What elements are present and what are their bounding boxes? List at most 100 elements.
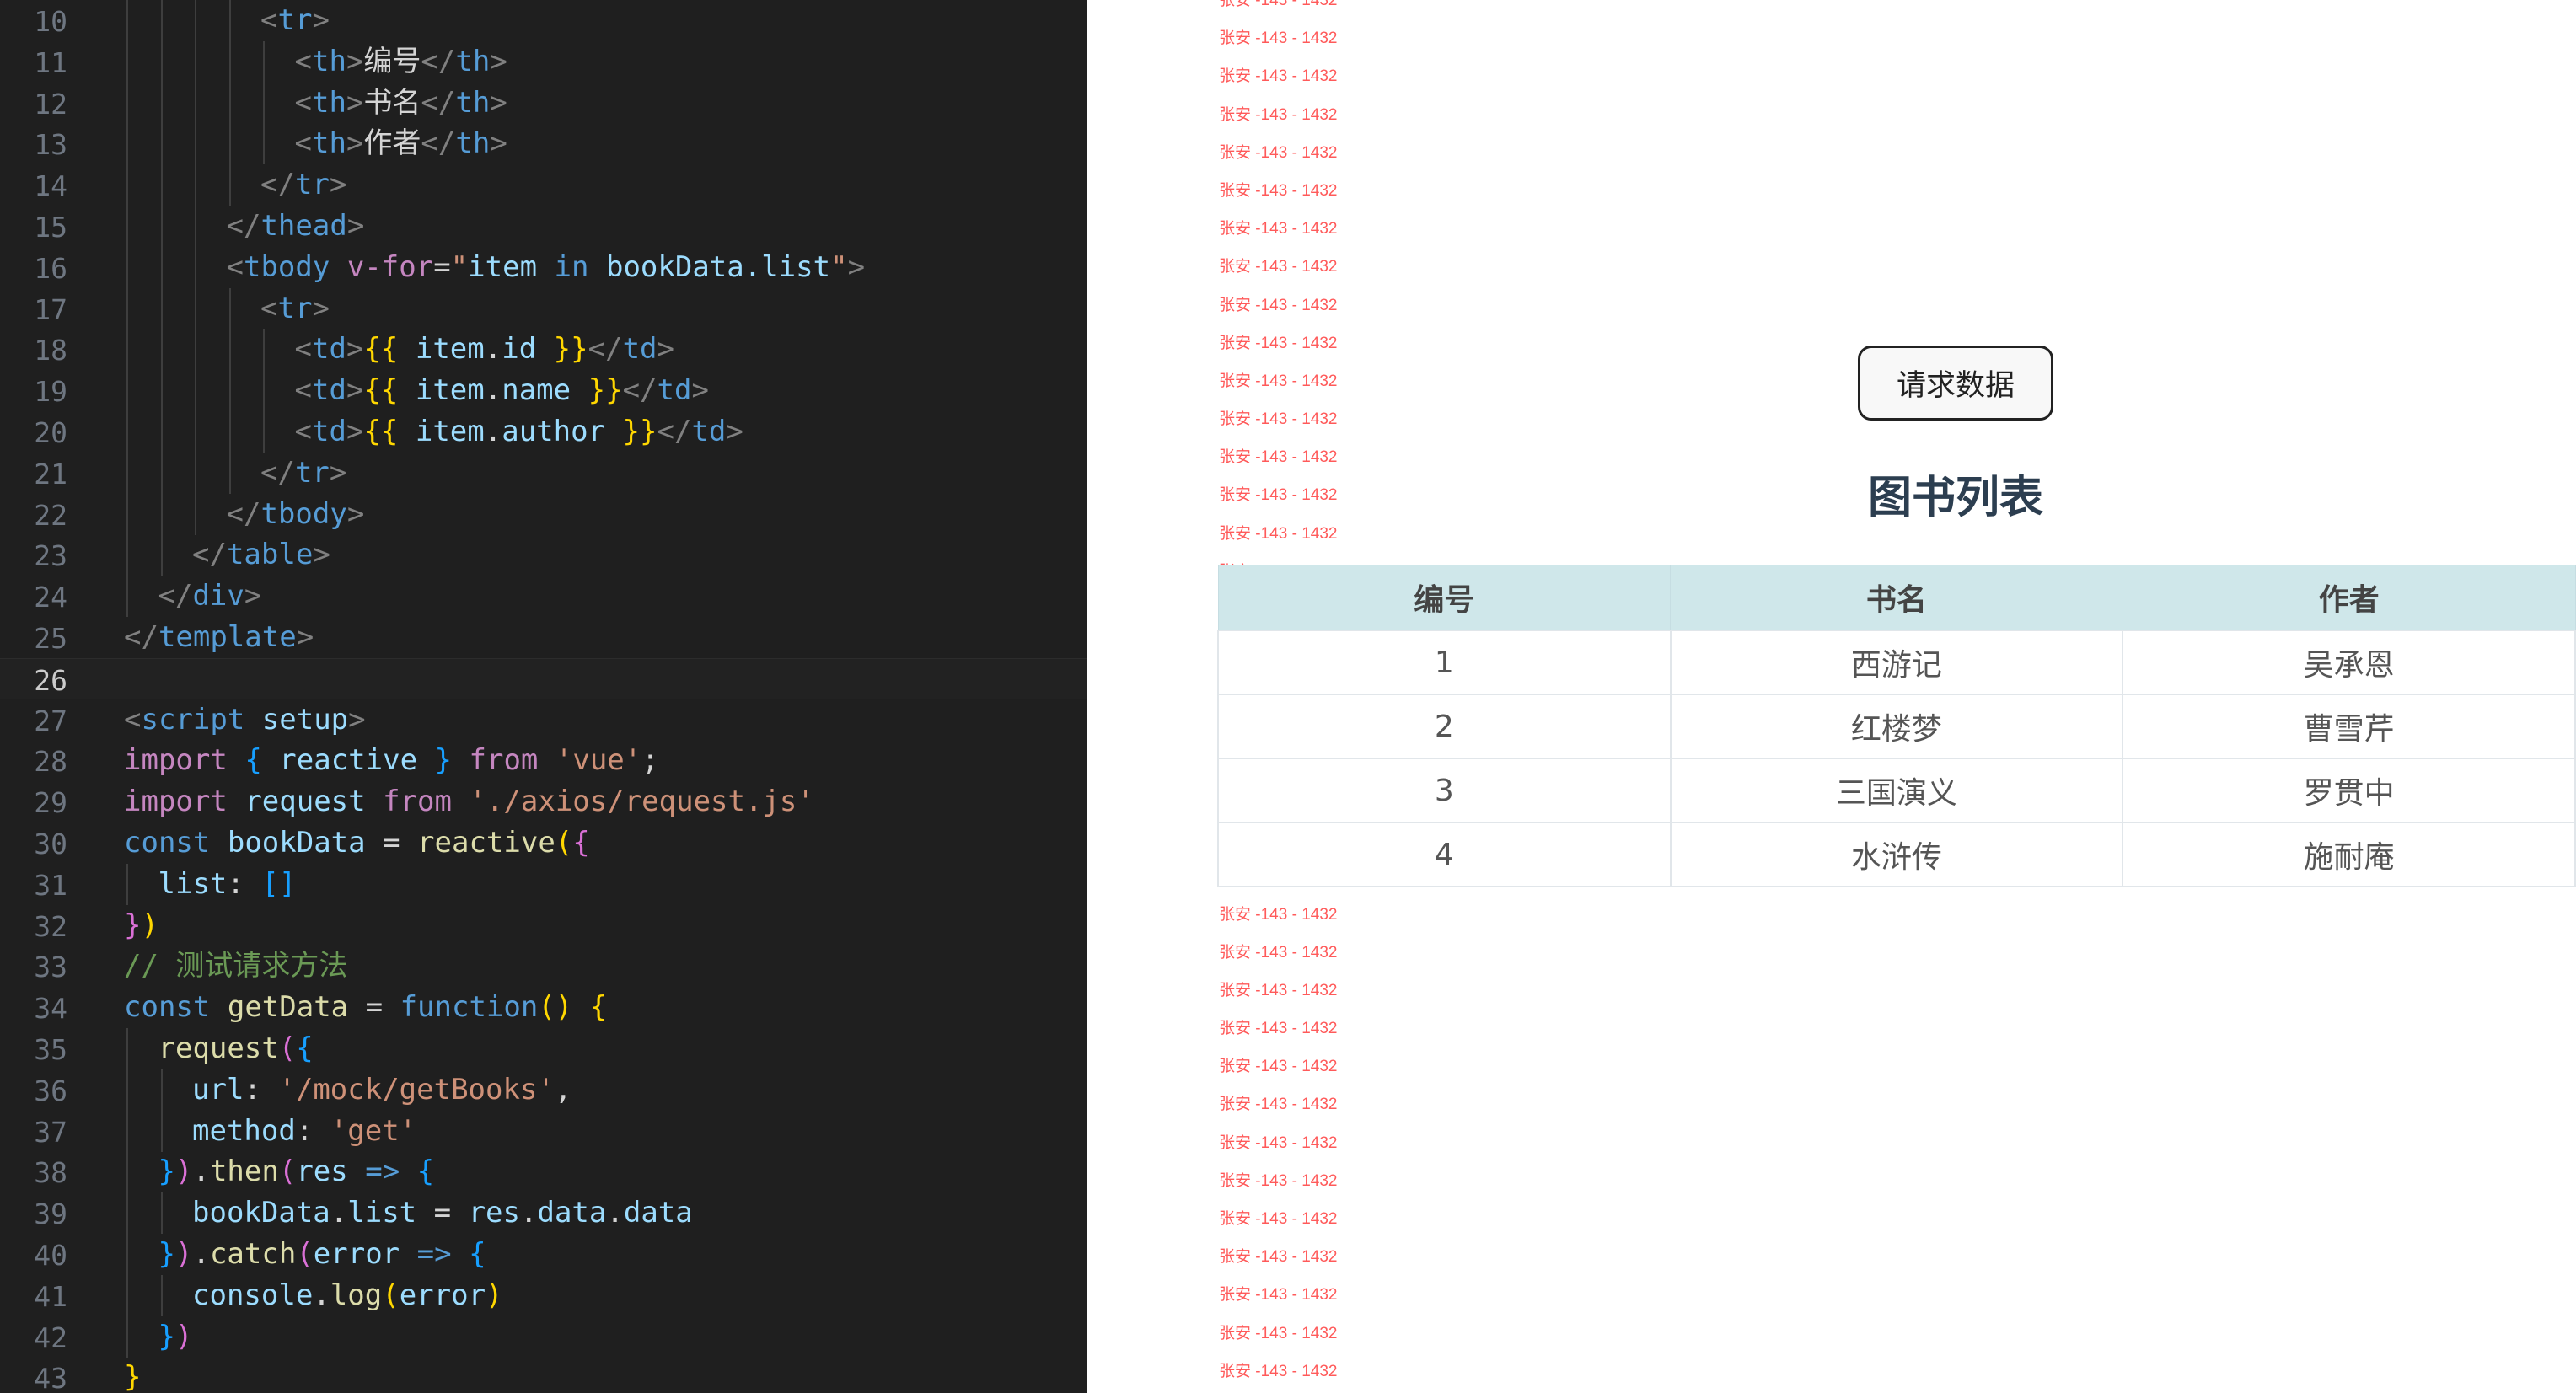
watermark-text: 张安 -143 - 1432 [1219, 1133, 1338, 1152]
fetch-data-button[interactable]: 请求数据 [1858, 346, 2053, 421]
code-text: <tbody v-for="item in bookData.list"> [226, 249, 866, 284]
code-line[interactable]: 14 </tr> [0, 164, 1087, 206]
code-text: }) [124, 908, 158, 942]
code-text: <td>{{ item.name }}</td> [294, 373, 709, 408]
code-line[interactable]: 41 console.log(error) [0, 1274, 1087, 1316]
code-line[interactable]: 37 method: 'get' [0, 1110, 1087, 1152]
watermark-text: 张安 -143 - 1432 [1219, 524, 1338, 543]
code-line[interactable]: 10 <tr> [0, 0, 1087, 41]
code-line[interactable]: 42}) [0, 1315, 1087, 1358]
code-line[interactable]: 11 <th>编号</th> [0, 40, 1087, 83]
code-line[interactable]: 26 [0, 657, 1087, 699]
line-number: 42 [34, 1321, 67, 1354]
code-line[interactable]: 36 url: '/mock/getBooks', [0, 1069, 1087, 1111]
indent-guide [160, 82, 163, 124]
indent-guide [228, 123, 231, 165]
code-editor[interactable]: 10 <tr> 11 <th>编号</th> 12 <th>书名</th> 13 <th>作者… [0, 0, 1087, 1393]
code-line[interactable]: 39 bookData.list = res.data.data [0, 1192, 1087, 1235]
indent-guide [126, 493, 128, 535]
cell-author: 施耐庵 [2122, 822, 2576, 887]
indent-guide [160, 205, 163, 247]
code-line[interactable]: 22 </tbody> [0, 493, 1087, 535]
code-line[interactable]: 27 <script setup> [0, 699, 1087, 741]
indent-guide [195, 452, 196, 494]
line-number: 25 [34, 621, 67, 655]
indent-guide [126, 40, 128, 83]
indent-guide [160, 123, 163, 165]
line-number: 24 [34, 581, 67, 614]
indent-guide [160, 452, 163, 494]
code-line[interactable]: 19 <td>{{ item.name }}</td> [0, 370, 1087, 412]
code-line[interactable]: 13 <th>作者</th> [0, 123, 1087, 165]
watermark-text: 张安 -143 - 1432 [1219, 1210, 1338, 1228]
code-line[interactable]: 32}) [0, 905, 1087, 946]
watermark-text: 张安 -143 - 1432 [1219, 67, 1338, 86]
code-line[interactable]: 40}).catch(error => { [0, 1233, 1087, 1275]
line-number: 13 [34, 128, 67, 162]
indent-guide [228, 452, 231, 494]
indent-guide [160, 164, 163, 206]
code-line[interactable]: 15 </thead> [0, 205, 1087, 247]
indent-guide [228, 370, 231, 412]
code-text: </template> [124, 619, 314, 654]
code-line[interactable]: 29 import request from './axios/request.j… [0, 781, 1087, 822]
line-number: 28 [34, 745, 67, 779]
indent-guide [126, 410, 128, 453]
indent-guide [126, 287, 128, 329]
code-line[interactable]: 12 <th>书名</th> [0, 82, 1087, 124]
code-line[interactable]: 35 request({ [0, 1027, 1087, 1069]
cell-author: 罗贯中 [2122, 758, 2576, 823]
code-line[interactable]: 20 <td>{{ item.author }}</td> [0, 410, 1087, 453]
indent-guide [263, 82, 265, 124]
code-line[interactable]: 38}).then(res => { [0, 1151, 1087, 1193]
indent-guide [195, 123, 196, 165]
code-text: list: [] [158, 866, 297, 901]
indent-guide [126, 246, 128, 288]
code-line[interactable]: 17 <tr> [0, 287, 1087, 329]
code-line[interactable]: 30 const bookData = reactive({ [0, 822, 1087, 864]
indent-guide [195, 164, 196, 206]
code-text: <tr> [260, 3, 330, 37]
watermark-text: 张安 -143 - 1432 [1219, 29, 1338, 48]
code-line[interactable]: 28 import { reactive } from 'vue'; [0, 740, 1087, 781]
line-number: 26 [34, 663, 67, 697]
code-line[interactable]: 34 const getData = function() { [0, 987, 1087, 1028]
indent-guide [228, 164, 231, 206]
indent-guide [160, 1069, 163, 1111]
code-text: <th>作者</th> [294, 126, 507, 161]
indent-guide [160, 0, 163, 41]
indent-guide [126, 1110, 128, 1152]
line-number: 34 [34, 992, 67, 1026]
watermark-text: 张安 -143 - 1432 [1219, 1248, 1338, 1267]
code-line[interactable]: 18 <td>{{ item.id }}</td> [0, 329, 1087, 371]
indent-guide [126, 205, 128, 247]
code-line[interactable]: 33 // 测试请求方法 [0, 946, 1087, 987]
line-number: 16 [34, 251, 67, 285]
table-header-row: 编号 书名 作者 [1217, 565, 2576, 631]
code-line[interactable]: 16 <tbody v-for="item in bookData.list"> [0, 246, 1087, 288]
code-line[interactable]: 25 </template> [0, 617, 1087, 658]
indent-guide [263, 123, 265, 165]
watermark-text: 张安 -143 - 1432 [1219, 1286, 1338, 1305]
watermark-text: 张安 -143 - 1432 [1219, 296, 1338, 314]
line-number: 21 [34, 457, 67, 490]
indent-guide [228, 410, 231, 453]
line-number: 18 [34, 334, 67, 367]
watermark-text: 张安 -143 - 1432 [1219, 258, 1338, 276]
indent-guide [160, 287, 163, 329]
code-line[interactable]: 43} [0, 1357, 1087, 1393]
indent-guide [228, 0, 231, 41]
line-number: 36 [34, 1074, 67, 1107]
cell-name: 红楼梦 [1669, 694, 2124, 759]
header-name: 书名 [1670, 565, 2123, 631]
indent-guide [195, 370, 196, 412]
code-line[interactable]: 31 list: [] [0, 863, 1087, 905]
watermark-text: 张安 -143 - 1432 [1219, 105, 1338, 124]
line-number: 15 [34, 210, 67, 244]
code-line[interactable]: 23 </table> [0, 534, 1087, 576]
code-line[interactable]: 24 </div> [0, 576, 1087, 618]
line-number: 32 [34, 909, 67, 943]
code-line[interactable]: 21 </tr> [0, 452, 1087, 494]
watermark-text: 张安 -143 - 1432 [1219, 1362, 1338, 1380]
code-text: // 测试请求方法 [124, 949, 348, 983]
